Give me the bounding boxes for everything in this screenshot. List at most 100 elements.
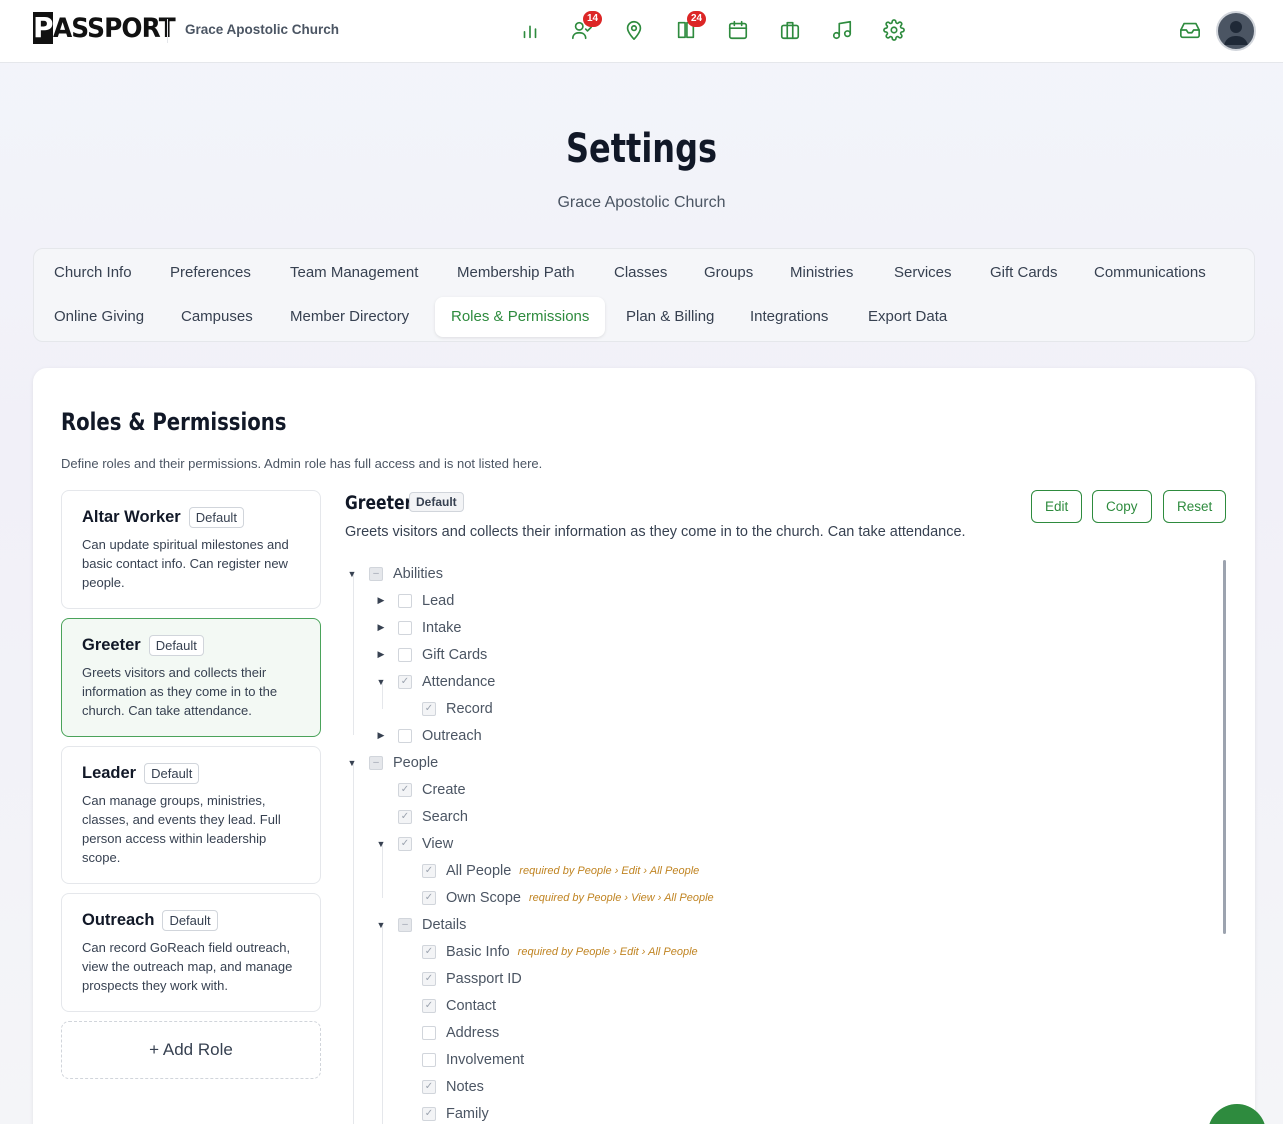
caret-down-icon[interactable]: ▼ <box>374 920 388 930</box>
role-default-badge: Default <box>144 763 200 784</box>
permission-label: All People <box>446 862 512 879</box>
tab-integrations[interactable]: Integrations <box>734 297 844 337</box>
tab-communications[interactable]: Communications <box>1078 253 1222 293</box>
permission-node: ✓ Own Scope required by People › View › Al… <box>398 884 714 911</box>
permission-checkbox[interactable] <box>422 1025 436 1040</box>
passport-logo[interactable]: P ASSPORT <box>33 11 185 45</box>
tab-ministries[interactable]: Ministries <box>774 253 869 293</box>
permission-checkbox[interactable] <box>398 620 412 635</box>
permission-checkbox[interactable]: ✓ <box>398 674 412 689</box>
role-card-outreach[interactable]: Outreach Default Can record GoReach fiel… <box>61 893 321 1012</box>
caret-right-icon[interactable]: ▶ <box>374 622 388 633</box>
required-by-note: required by People › Edit › All People <box>519 864 700 877</box>
tab-church-info[interactable]: Church Info <box>38 253 148 293</box>
tab-export-data[interactable]: Export Data <box>852 297 963 337</box>
permission-checkbox[interactable] <box>398 593 412 608</box>
tab-plan-billing[interactable]: Plan & Billing <box>610 297 730 337</box>
permission-node: ✓ Notes <box>398 1073 484 1100</box>
tab-roles-permissions[interactable]: Roles & Permissions <box>435 297 606 337</box>
caret-down-icon[interactable]: ▼ <box>345 569 359 579</box>
tab-preferences[interactable]: Preferences <box>154 253 267 293</box>
permission-checkbox[interactable]: ✓ <box>422 701 436 716</box>
bar-chart-icon[interactable] <box>514 14 546 46</box>
permission-node: ▼ – Details <box>374 911 467 938</box>
permission-node: ✓ Family <box>398 1100 489 1124</box>
permission-checkbox[interactable]: ✓ <box>422 998 436 1013</box>
tab-member-directory[interactable]: Member Directory <box>274 297 425 337</box>
required-by-note: required by People › Edit › All People <box>517 945 698 958</box>
gear-icon[interactable] <box>878 14 910 46</box>
required-by-note: required by People › View › All People <box>528 891 714 904</box>
copy-button[interactable]: Copy <box>1092 490 1152 523</box>
caret-right-icon[interactable]: ▶ <box>374 595 388 606</box>
inbox-icon[interactable] <box>1174 14 1206 46</box>
map-pin-icon[interactable] <box>618 14 650 46</box>
people-badge: 14 <box>583 11 603 27</box>
permission-checkbox[interactable] <box>422 1052 436 1067</box>
permission-label: Involvement <box>446 1051 525 1068</box>
caret-down-icon[interactable]: ▼ <box>374 677 388 687</box>
permission-checkbox[interactable]: – <box>369 566 383 581</box>
permission-checkbox[interactable]: ✓ <box>422 944 436 959</box>
header-church-name: Grace Apostolic Church <box>185 22 340 37</box>
tab-services[interactable]: Services <box>878 253 968 293</box>
calendar-icon[interactable] <box>722 14 754 46</box>
top-bar: P ASSPORT Grace Apostolic Church 14 24 <box>0 0 1283 63</box>
tab-team-management[interactable]: Team Management <box>274 253 434 293</box>
role-card-altar-worker[interactable]: Altar Worker Default Can update spiritua… <box>61 490 321 609</box>
permission-label: Details <box>422 916 467 933</box>
tab-campuses[interactable]: Campuses <box>165 297 269 337</box>
permission-node: Address <box>398 1019 499 1046</box>
edit-button[interactable]: Edit <box>1031 490 1083 523</box>
briefcase-icon[interactable] <box>774 14 806 46</box>
selected-role-description: Greets visitors and collects their infor… <box>345 524 966 540</box>
caret-down-icon[interactable]: ▼ <box>374 839 388 849</box>
permission-checkbox[interactable]: ✓ <box>422 971 436 986</box>
permission-checkbox[interactable] <box>398 647 412 662</box>
role-card-greeter[interactable]: Greeter Default Greets visitors and coll… <box>61 618 321 737</box>
permission-node: ▶ Lead <box>374 587 455 614</box>
role-name: Leader <box>82 764 137 782</box>
role-description: Greets visitors and collects their infor… <box>82 665 278 718</box>
tree-scrollbar[interactable] <box>1223 560 1226 934</box>
section-description: Define roles and their permissions. Admi… <box>61 456 543 471</box>
permission-checkbox[interactable]: ✓ <box>422 890 436 905</box>
selected-role-badge: Default <box>409 492 464 512</box>
people-icon[interactable]: 14 <box>566 11 603 46</box>
permission-node: ▶ Gift Cards <box>374 641 488 668</box>
caret-down-icon[interactable]: ▼ <box>345 758 359 768</box>
permission-checkbox[interactable]: ✓ <box>422 1079 436 1094</box>
tree-guide-line <box>382 925 383 1124</box>
permission-node: ▼ – Abilities <box>345 560 443 587</box>
music-icon[interactable] <box>826 14 858 46</box>
tab-membership-path[interactable]: Membership Path <box>441 253 591 293</box>
permission-label: People <box>393 754 439 771</box>
permission-label: Lead <box>422 592 455 609</box>
permission-checkbox[interactable]: ✓ <box>398 809 412 824</box>
permission-node: ✓ Basic Info required by People › Edit › A… <box>398 938 698 965</box>
permission-checkbox[interactable]: ✓ <box>422 863 436 878</box>
permission-checkbox[interactable]: ✓ <box>398 836 412 851</box>
permission-checkbox[interactable]: – <box>369 755 383 770</box>
permission-checkbox[interactable]: – <box>398 917 412 932</box>
permission-checkbox[interactable] <box>398 728 412 743</box>
permission-node: Involvement <box>398 1046 524 1073</box>
caret-right-icon[interactable]: ▶ <box>374 730 388 741</box>
permission-node: ✓ Create <box>374 776 466 803</box>
tab-groups[interactable]: Groups <box>688 253 769 293</box>
permission-checkbox[interactable]: ✓ <box>422 1106 436 1121</box>
permission-label: Intake <box>422 619 462 636</box>
tab-gift-cards[interactable]: Gift Cards <box>974 253 1074 293</box>
permission-checkbox[interactable]: ✓ <box>398 782 412 797</box>
reset-button[interactable]: Reset <box>1163 490 1227 523</box>
add-role-button[interactable]: + Add Role <box>61 1021 321 1079</box>
role-card-leader[interactable]: Leader Default Can manage groups, minist… <box>61 746 321 884</box>
tab-online-giving[interactable]: Online Giving <box>38 297 160 337</box>
role-name: Greeter <box>82 636 141 654</box>
permission-label: Record <box>446 700 493 717</box>
user-avatar-icon[interactable] <box>1216 11 1256 51</box>
caret-right-icon[interactable]: ▶ <box>374 649 388 660</box>
tab-classes[interactable]: Classes <box>598 253 683 293</box>
book-icon[interactable]: 24 <box>670 11 707 46</box>
settings-tabs: Church Info Preferences Team Management … <box>33 248 1255 342</box>
